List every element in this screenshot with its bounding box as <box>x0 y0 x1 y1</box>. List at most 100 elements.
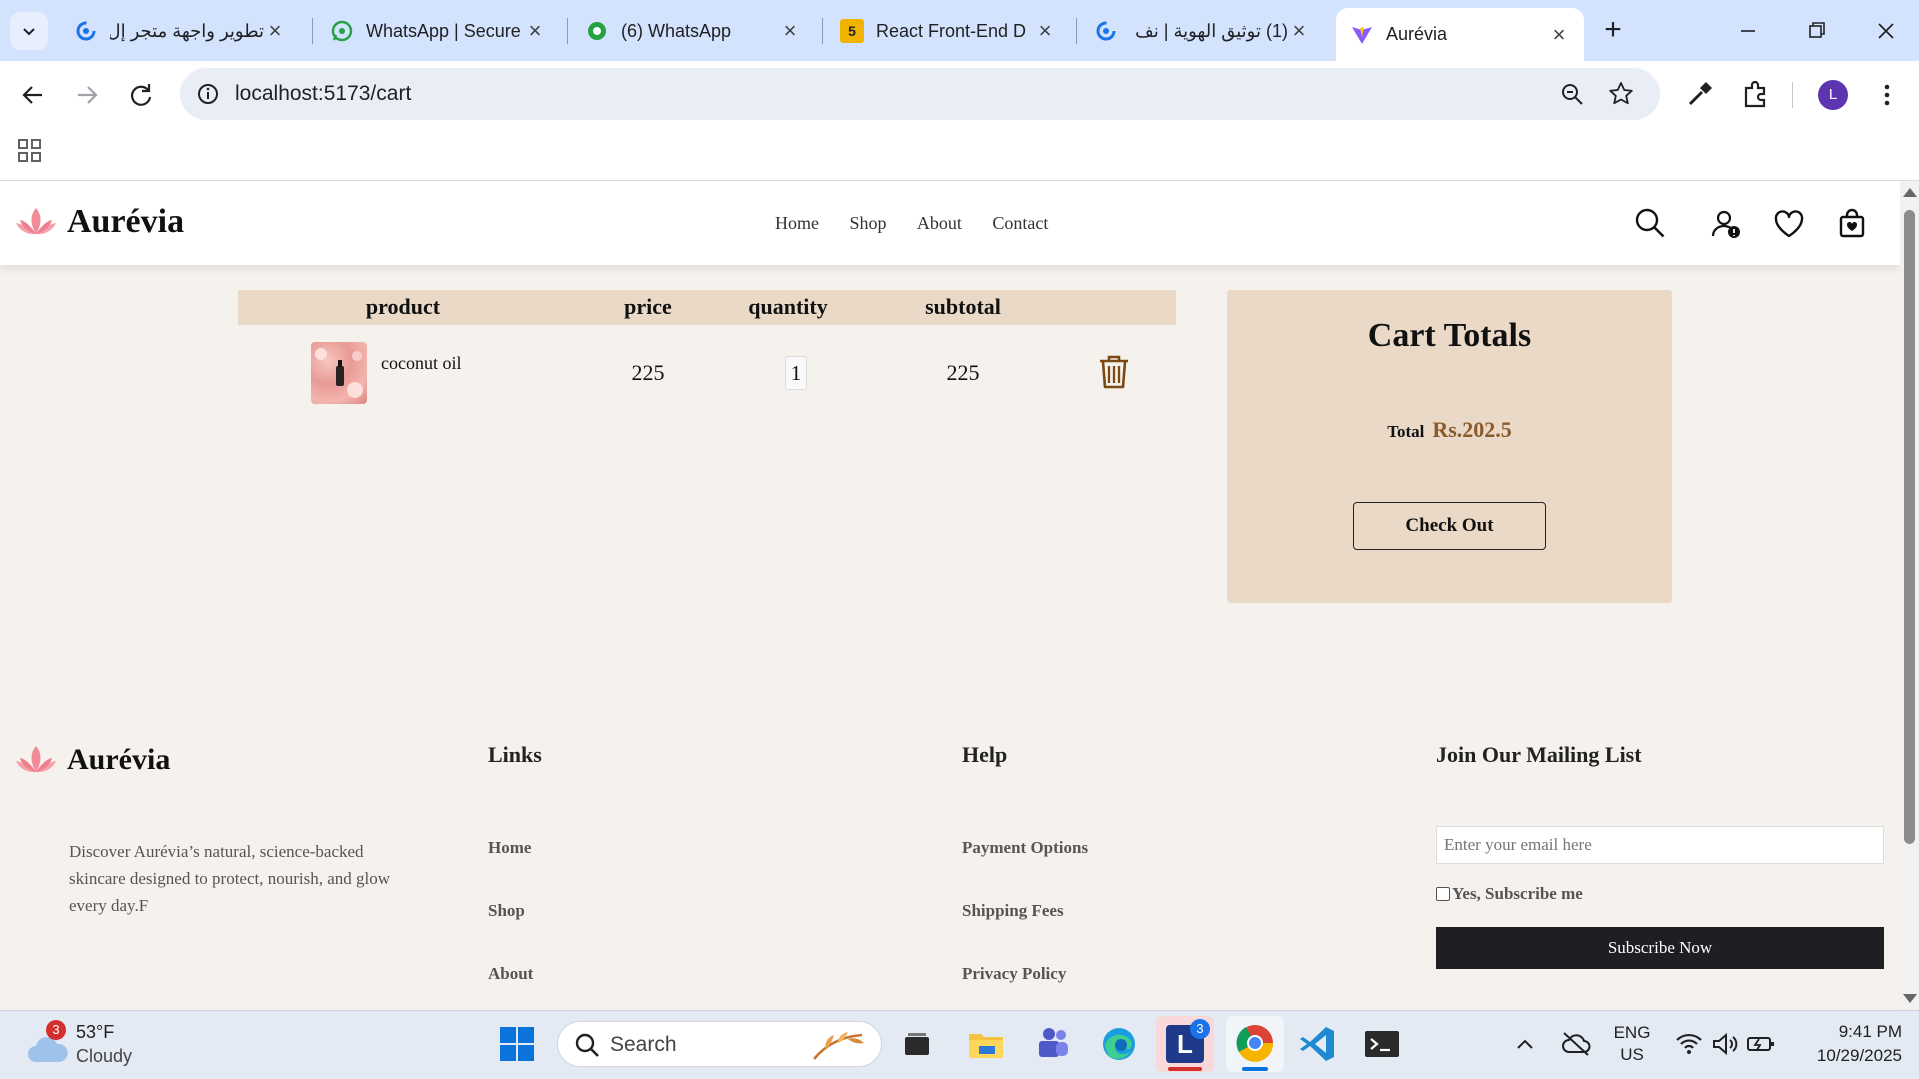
subscribe-checkbox-label: Yes, Subscribe me <box>1452 884 1583 903</box>
nav-shop[interactable]: Shop <box>849 213 886 233</box>
footer-link-privacy-policy[interactable]: Privacy Policy <box>962 964 1066 984</box>
apps-grid-icon[interactable] <box>17 138 43 164</box>
language-indicator[interactable]: ENG US <box>1606 1022 1658 1066</box>
brand-name: Aurévia <box>67 203 185 240</box>
minimize-button[interactable] <box>1730 14 1766 48</box>
reload-button[interactable] <box>124 78 158 112</box>
profile-avatar[interactable]: L <box>1818 80 1848 110</box>
leaf-decoration-icon <box>813 1032 864 1060</box>
clock-date: 10/29/2025 <box>1816 1046 1902 1065</box>
zoom-icon[interactable] <box>1558 80 1586 108</box>
forward-button[interactable] <box>70 78 104 112</box>
header-product: product <box>365 294 441 319</box>
search-icon[interactable] <box>1634 207 1666 239</box>
tab-title: React Front-End D <box>876 20 1027 41</box>
scrollbar-thumb[interactable] <box>1904 210 1915 844</box>
language-line-1: ENG <box>1613 1023 1651 1042</box>
numbered-logo-icon: 5 <box>840 19 864 43</box>
browser-tab[interactable]: (6) WhatsApp × <box>571 8 815 54</box>
new-tab-button[interactable]: + <box>1596 14 1630 48</box>
footer-link-shipping-fees[interactable]: Shipping Fees <box>962 901 1064 921</box>
tab-title: تطوير واجهة متجر إل <box>110 20 264 41</box>
clock[interactable]: 9:41 PM 10/29/2025 <box>1790 1020 1902 1068</box>
restore-button[interactable] <box>1798 14 1834 48</box>
footer-link-home[interactable]: Home <box>488 838 531 858</box>
chrome-icon[interactable] <box>1226 1016 1284 1072</box>
battery-icon[interactable] <box>1740 1022 1782 1066</box>
browser-tab[interactable]: (1) توثيق الهوية | نف × <box>1080 8 1324 54</box>
weather-temp: 53°F <box>76 1022 115 1042</box>
footer-links-title: Links <box>488 742 542 767</box>
edge-icon[interactable] <box>1097 1022 1141 1066</box>
app-badge: 3 <box>1190 1019 1210 1039</box>
cloud-off-icon[interactable] <box>1556 1022 1596 1066</box>
brand-logo[interactable]: Aurévia <box>13 203 184 241</box>
quantity-stepper[interactable]: 1 <box>785 356 807 390</box>
checkout-button[interactable]: Check Out <box>1353 502 1546 550</box>
email-input[interactable] <box>1436 826 1884 864</box>
close-icon[interactable]: × <box>779 18 801 44</box>
total-row: Total Rs.202.5 <box>1227 417 1672 443</box>
eyedropper-icon[interactable] <box>1684 78 1716 110</box>
nav-home[interactable]: Home <box>775 213 819 233</box>
mailing-list-title: Join Our Mailing List <box>1436 742 1642 767</box>
bookmark-star-icon[interactable] <box>1607 80 1635 108</box>
total-label: Total <box>1387 422 1425 441</box>
vscode-icon[interactable] <box>1295 1022 1339 1066</box>
close-icon[interactable]: × <box>1548 22 1570 48</box>
total-value: Rs.202.5 <box>1432 417 1512 442</box>
product-name[interactable]: coconut oil <box>381 353 461 374</box>
weather-widget[interactable]: 3 53°F Cloudy <box>26 1020 156 1070</box>
address-bar[interactable]: localhost:5173/cart <box>180 68 1660 120</box>
nav-about[interactable]: About <box>917 213 962 233</box>
heart-icon[interactable] <box>1773 208 1805 240</box>
footer-link-shop[interactable]: Shop <box>488 901 525 921</box>
terminal-icon[interactable] <box>1360 1022 1404 1066</box>
footer-brand[interactable]: Aurévia <box>13 742 170 778</box>
close-icon[interactable]: × <box>1034 18 1056 44</box>
url-text[interactable]: localhost:5173/cart <box>235 82 411 106</box>
cart-bag-icon[interactable] <box>1836 207 1868 239</box>
windows-start-icon[interactable] <box>495 1022 539 1066</box>
site-info-icon[interactable] <box>194 80 222 108</box>
header-subtotal: subtotal <box>925 294 1001 319</box>
product-thumbnail[interactable] <box>311 342 367 404</box>
footer-description: Discover Aurévia’s natural, science-back… <box>69 842 391 915</box>
close-icon[interactable]: × <box>1288 18 1310 44</box>
browser-tab[interactable]: WhatsApp | Secure × <box>316 8 560 54</box>
teams-icon[interactable] <box>1031 1022 1075 1066</box>
user-icon[interactable] <box>1710 208 1742 240</box>
tab-title: WhatsApp | Secure <box>366 20 521 41</box>
footer-link-about[interactable]: About <box>488 964 533 984</box>
tab-title: (1) توثيق الهوية | نف <box>1135 20 1288 41</box>
cart-totals-title: Cart Totals <box>1367 317 1532 354</box>
close-icon[interactable]: × <box>524 18 546 44</box>
system-tray-chevron-icon[interactable] <box>1504 1022 1546 1066</box>
table-row: coconut oil 225 1 225 <box>238 330 1176 410</box>
extensions-icon[interactable] <box>1739 78 1771 110</box>
refresh-logo-icon <box>1094 19 1118 43</box>
trash-icon[interactable] <box>1097 354 1131 390</box>
back-button[interactable] <box>16 78 50 112</box>
scroll-down-arrow[interactable] <box>1903 994 1917 1003</box>
refresh-logo-icon <box>74 19 98 43</box>
browser-tab[interactable]: تطوير واجهة متجر إل × <box>60 8 300 54</box>
subscribe-button[interactable]: Subscribe Now <box>1436 927 1884 969</box>
subscribe-checkbox[interactable] <box>1436 887 1450 901</box>
app-l-icon[interactable]: L 3 <box>1156 1016 1214 1072</box>
nav-contact[interactable]: Contact <box>992 213 1048 233</box>
browser-tab[interactable]: 5 React Front-End D × <box>826 8 1070 54</box>
tab-title: Aurévia <box>1386 24 1448 44</box>
task-view-icon[interactable] <box>895 1022 939 1066</box>
tab-search-button[interactable] <box>10 12 48 50</box>
whatsapp-icon <box>330 19 354 43</box>
browser-tab-active[interactable]: Aurévia × <box>1336 8 1584 61</box>
taskbar-search-box[interactable]: Search <box>557 1021 882 1067</box>
file-explorer-icon[interactable] <box>964 1022 1008 1066</box>
footer-link-payment-options[interactable]: Payment Options <box>962 838 1088 858</box>
scroll-up-arrow[interactable] <box>1903 188 1917 197</box>
browser-menu-icon[interactable] <box>1872 80 1902 110</box>
subscribe-checkbox-row[interactable]: Yes, Subscribe me <box>1436 884 1583 904</box>
close-window-button[interactable] <box>1868 14 1904 48</box>
close-icon[interactable]: × <box>264 18 286 44</box>
